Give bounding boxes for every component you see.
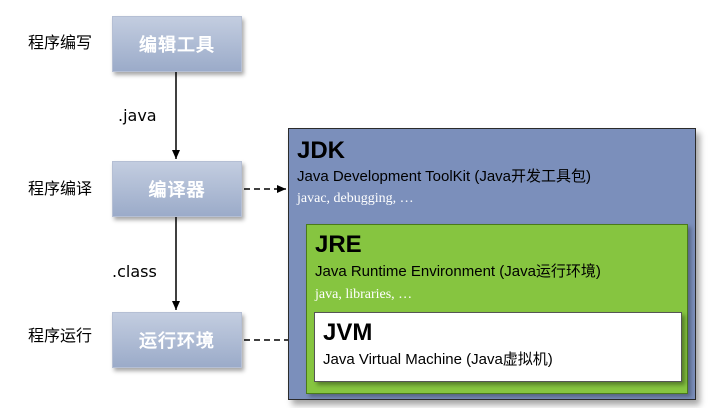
jre-tools: java, libraries, …	[315, 287, 413, 302]
jvm-title: JVM	[323, 319, 373, 346]
jre-description: Java Runtime Environment (Java运行环境)	[315, 263, 601, 280]
jvm-description: Java Virtual Machine (Java虚拟机)	[323, 351, 553, 368]
jdk-tools: javac, debugging, …	[297, 191, 414, 206]
jdk-title: JDK	[297, 137, 346, 164]
jdk-description: Java Development ToolKit (Java开发工具包)	[297, 168, 591, 185]
edge-label-java: .java	[118, 106, 157, 125]
jre-title: JRE	[315, 231, 362, 258]
jvm-box: JVM Java Virtual Machine (Java虚拟机)	[314, 312, 682, 382]
edge-label-class: .class	[112, 262, 157, 281]
